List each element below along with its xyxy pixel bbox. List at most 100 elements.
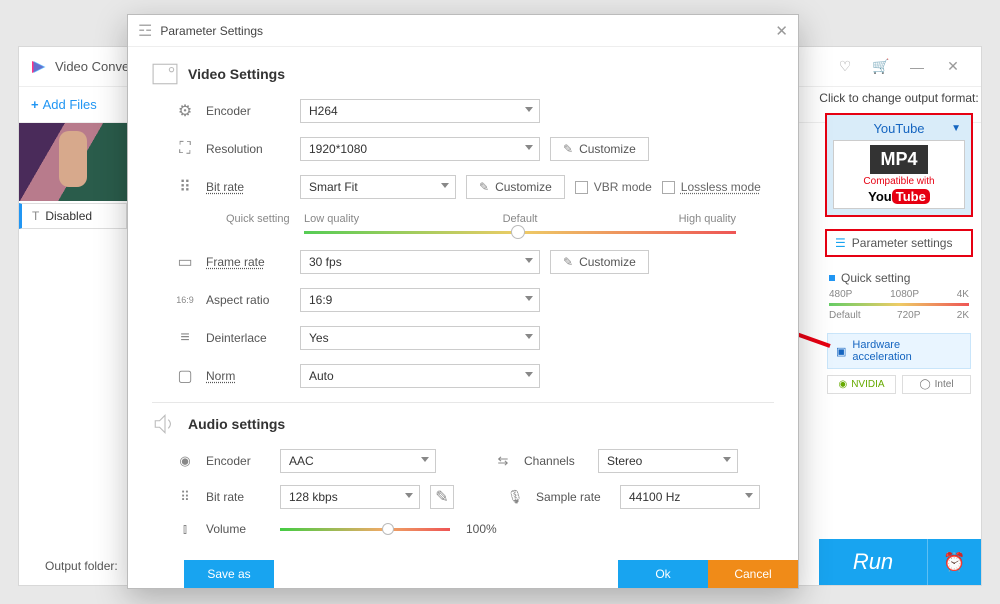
resolution-select[interactable]: 1920*1080 [300, 137, 540, 161]
bitrate-icon: ⠿ [179, 177, 191, 197]
run-button[interactable]: Run [819, 539, 927, 585]
deinterlace-select[interactable]: Yes [300, 326, 540, 350]
row-framerate: ▭ Frame rate 30 fps ✎Customize [174, 250, 774, 274]
divider [152, 402, 774, 403]
parameter-settings-button[interactable]: ☰ Parameter settings [825, 229, 973, 257]
pencil-icon: ✎ [435, 487, 448, 507]
bitrate-value: Smart Fit [309, 180, 358, 194]
caret-icon [441, 183, 449, 188]
bitrate-select[interactable]: Smart Fit [300, 175, 456, 199]
encoder-select[interactable]: H264 [300, 99, 540, 123]
caret-icon [525, 107, 533, 112]
dialog-close-button[interactable]: ✕ [775, 22, 788, 40]
side-panel: Click to change output format: YouTube ▼… [819, 47, 979, 587]
quick-setting-slider[interactable] [829, 303, 969, 306]
square-bullet-icon [829, 275, 835, 281]
hardware-accel-button[interactable]: ▣ Hardware acceleration [827, 333, 971, 369]
quality-labels: Low quality Default High quality [304, 213, 736, 225]
encoder-label: Encoder [206, 104, 290, 118]
change-format-label: Click to change output format: [819, 91, 979, 105]
framerate-customize-button[interactable]: ✎ Customize [550, 250, 649, 274]
slider-knob[interactable] [511, 225, 525, 239]
res-4k: 4K [957, 289, 969, 300]
pencil-icon: ✎ [479, 180, 489, 194]
dialog-footer: Save as Ok Cancel [128, 560, 798, 588]
add-files-button[interactable]: + Add Files [19, 97, 109, 112]
volume-label: Volume [206, 522, 270, 536]
norm-icon: ▢ [177, 366, 192, 386]
pencil-icon: ✎ [563, 142, 573, 156]
video-section-header: Video Settings [152, 63, 774, 85]
run-label: Run [853, 549, 893, 575]
output-folder-label: Output folder: [45, 559, 118, 573]
audio-bitrate-label: Bit rate [206, 490, 270, 504]
res-2k: 2K [957, 310, 969, 321]
row-deinterlace: ≡ Deinterlace Yes [174, 326, 774, 350]
norm-label: Norm [206, 369, 290, 383]
caret-icon [525, 372, 533, 377]
res-default: Default [829, 310, 861, 321]
nvidia-icon: ◉ [838, 379, 847, 390]
volume-knob[interactable] [382, 523, 394, 535]
samplerate-select[interactable]: 44100 Hz [620, 485, 760, 509]
audio-section-label: Audio settings [188, 416, 285, 432]
high-quality-label: High quality [592, 213, 736, 225]
audio-bitrate-edit-button[interactable]: ✎ [430, 485, 454, 509]
intel-icon: ◯ [919, 379, 930, 390]
caret-icon [525, 258, 533, 263]
dialog-title: Parameter Settings [160, 24, 263, 38]
disabled-label: Disabled [45, 209, 92, 223]
quality-slider[interactable] [304, 231, 736, 234]
hw-accel-label: Hardware acceleration [852, 339, 962, 363]
save-as-button[interactable]: Save as [184, 560, 274, 588]
pencil-icon: ✎ [563, 255, 573, 269]
caret-icon [723, 457, 731, 462]
channels-select[interactable]: Stereo [598, 449, 738, 473]
row-volume: ⫾ Volume 100% [174, 521, 774, 537]
audio-encoder-select[interactable]: AAC [280, 449, 436, 473]
audio-section-header: Audio settings [152, 413, 774, 435]
res-1080p: 1080P [890, 289, 919, 300]
lossless-checkbox[interactable]: Lossless mode [662, 180, 761, 194]
bitrate-customize-button[interactable]: ✎Customize [466, 175, 565, 199]
lossless-label: Lossless mode [681, 180, 761, 194]
quick-setting-label: Quick setting [841, 271, 910, 285]
video-thumbnail[interactable] [19, 123, 127, 201]
samplerate-icon: 🎙 [504, 489, 526, 505]
vbr-checkbox[interactable]: VBR mode [575, 180, 652, 194]
nvidia-button[interactable]: ◉NVIDIA [827, 375, 896, 394]
output-format-box[interactable]: YouTube ▼ MP4 Compatible with YouTube [825, 113, 973, 217]
volume-slider[interactable] [280, 528, 450, 531]
res-480p: 480P [829, 289, 852, 300]
checkbox-icon [575, 181, 588, 194]
intel-button[interactable]: ◯Intel [902, 375, 971, 394]
aspect-select[interactable]: 16:9 [300, 288, 540, 312]
checkbox-icon [662, 181, 675, 194]
cancel-button[interactable]: Cancel [708, 560, 798, 588]
resolution-customize-button[interactable]: ✎Customize [550, 137, 649, 161]
format-card: MP4 Compatible with YouTube [833, 140, 965, 209]
norm-select[interactable]: Auto [300, 364, 540, 388]
schedule-button[interactable]: ⏰ [927, 539, 981, 585]
ok-button[interactable]: Ok [618, 560, 708, 588]
framerate-label: Frame rate [206, 255, 290, 269]
framerate-select[interactable]: 30 fps [300, 250, 540, 274]
film-icon [152, 63, 178, 85]
settings-icon: ☲ [138, 21, 152, 41]
channels-value: Stereo [607, 454, 642, 468]
text-icon: T [32, 209, 39, 223]
video-section-label: Video Settings [188, 66, 285, 82]
dialog-body: Video Settings ⚙ Encoder H264 ⛶ Resoluti… [128, 47, 798, 560]
chevron-down-icon[interactable]: ▼ [951, 123, 961, 134]
cancel-label: Cancel [734, 567, 771, 581]
vbr-label: VBR mode [594, 180, 652, 194]
mp4-badge: MP4 [870, 145, 927, 174]
caret-icon [405, 493, 413, 498]
dialog-title-bar: ☲ Parameter Settings ✕ [128, 15, 798, 47]
norm-value: Auto [309, 369, 334, 383]
audio-bitrate-select[interactable]: 128 kbps [280, 485, 420, 509]
deinterlace-value: Yes [309, 331, 329, 345]
customize-label: Customize [579, 255, 636, 269]
subtitle-disabled-row[interactable]: T Disabled [19, 203, 127, 229]
tube-text: Tube [892, 189, 930, 204]
